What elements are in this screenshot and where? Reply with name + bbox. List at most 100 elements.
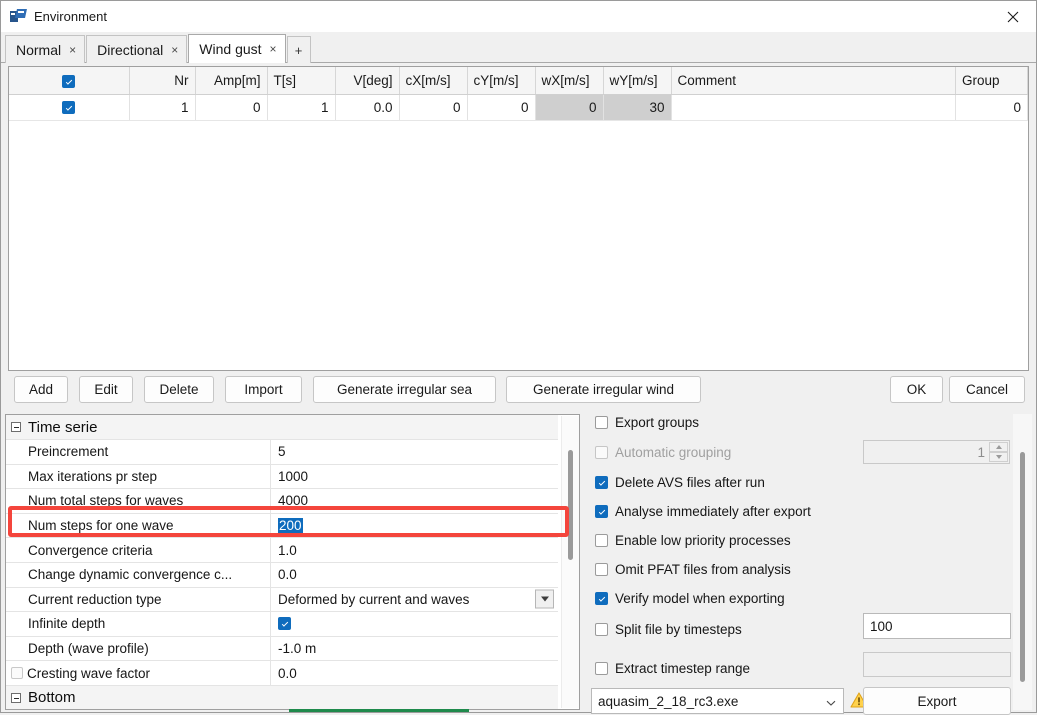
column-header-wx[interactable]: wX[m/s] [535, 67, 603, 94]
option-delete-avs-files[interactable]: Delete AVS files after run [595, 475, 765, 490]
chevron-down-icon[interactable] [826, 696, 836, 706]
tab-directional[interactable]: Directional × [86, 35, 187, 63]
table-row[interactable]: 1 0 1 0.0 0 0 0 30 0 [9, 94, 1028, 120]
cell-t[interactable]: 1 [267, 94, 335, 120]
omit-pfat-checkbox[interactable] [595, 563, 608, 576]
cresting-wave-factor-checkbox[interactable] [11, 667, 23, 679]
option-label: Enable low priority processes [615, 533, 791, 548]
stepper-buttons [989, 442, 1008, 462]
cell-v[interactable]: 0.0 [335, 94, 399, 120]
property-group-bottom[interactable]: Bottom [6, 686, 558, 709]
option-enable-low-priority[interactable]: Enable low priority processes [595, 533, 791, 548]
cell-cx[interactable]: 0 [399, 94, 467, 120]
collapse-icon[interactable] [11, 693, 21, 703]
tab-normal[interactable]: Normal × [5, 35, 85, 63]
option-omit-pfat-files[interactable]: Omit PFAT files from analysis [595, 562, 791, 577]
scrollbar-thumb[interactable] [568, 450, 573, 560]
option-split-file-by-timesteps[interactable]: Split file by timesteps [595, 622, 742, 637]
option-analyse-immediately[interactable]: Analyse immediately after export [595, 504, 811, 519]
generate-irregular-sea-button[interactable]: Generate irregular sea [313, 376, 496, 403]
infinite-depth-checkbox[interactable] [278, 617, 291, 630]
verify-model-checkbox[interactable] [595, 592, 608, 605]
option-verify-model[interactable]: Verify model when exporting [595, 591, 785, 606]
export-groups-checkbox[interactable] [595, 416, 608, 429]
split-timesteps-input[interactable]: 100 [863, 613, 1011, 639]
cell-nr[interactable]: 1 [129, 94, 195, 120]
cancel-button[interactable]: Cancel [949, 376, 1025, 403]
property-value[interactable]: 4000 [271, 489, 558, 513]
row-select-cell[interactable] [9, 94, 129, 120]
cell-cy[interactable]: 0 [467, 94, 535, 120]
executable-select[interactable]: aquasim_2_18_rc3.exe [591, 688, 844, 714]
group-label: Time serie [28, 419, 97, 436]
property-value-editor[interactable]: 200 [271, 514, 558, 538]
edit-button[interactable]: Edit [79, 376, 133, 403]
property-row-num-total-steps-for-waves[interactable]: Num total steps for waves 4000 [6, 489, 558, 514]
property-label: Infinite depth [6, 612, 271, 636]
property-label: Num steps for one wave [6, 514, 271, 538]
option-label: Extract timestep range [615, 661, 750, 676]
generate-irregular-wind-button[interactable]: Generate irregular wind [506, 376, 701, 403]
property-value-selected-text[interactable]: 200 [278, 518, 303, 533]
tab-close-icon[interactable]: × [171, 44, 178, 56]
column-header-cy[interactable]: cY[m/s] [467, 67, 535, 94]
select-all-checkbox[interactable] [62, 75, 75, 88]
import-button[interactable]: Import [225, 376, 302, 403]
property-row-convergence-criteria[interactable]: Convergence criteria 1.0 [6, 538, 558, 563]
property-label: Max iterations pr step [6, 465, 271, 489]
property-value[interactable]: 5 [271, 440, 558, 464]
property-value[interactable]: 0.0 [271, 563, 558, 587]
collapse-icon[interactable] [11, 422, 21, 432]
option-extract-timestep-range[interactable]: Extract timestep range [595, 661, 750, 676]
low-priority-checkbox[interactable] [595, 534, 608, 547]
row-checkbox[interactable] [62, 101, 75, 114]
option-export-groups[interactable]: Export groups [595, 415, 699, 430]
export-button[interactable]: Export [863, 687, 1011, 715]
scrollbar-thumb[interactable] [1020, 452, 1025, 682]
property-row-preincrement[interactable]: Preincrement 5 [6, 440, 558, 465]
delete-button[interactable]: Delete [144, 376, 214, 403]
column-header-amp[interactable]: Amp[m] [195, 67, 267, 94]
column-header-t[interactable]: T[s] [267, 67, 335, 94]
property-row-num-steps-for-one-wave[interactable]: Num steps for one wave 200 [6, 514, 558, 539]
ok-button[interactable]: OK [890, 376, 943, 403]
cell-amp[interactable]: 0 [195, 94, 267, 120]
split-file-checkbox[interactable] [595, 623, 608, 636]
tab-close-icon[interactable]: × [69, 44, 76, 56]
property-label: Convergence criteria [6, 538, 271, 562]
property-row-max-iterations-pr-step[interactable]: Max iterations pr step 1000 [6, 465, 558, 490]
property-row-infinite-depth[interactable]: Infinite depth [6, 612, 558, 637]
column-header-v[interactable]: V[deg] [335, 67, 399, 94]
property-label: Change dynamic convergence c... [6, 563, 271, 587]
right-pane-scrollbar[interactable] [1013, 414, 1032, 710]
tab-close-icon[interactable]: × [270, 43, 277, 55]
cell-group[interactable]: 0 [956, 94, 1028, 120]
chevron-down-icon[interactable] [535, 590, 554, 609]
property-value[interactable]: 1000 [271, 465, 558, 489]
cell-comment[interactable] [671, 94, 956, 120]
header-select-all-cell[interactable] [9, 67, 129, 94]
property-group-time-serie[interactable]: Time serie [6, 415, 558, 440]
property-label: Preincrement [6, 440, 271, 464]
column-header-cx[interactable]: cX[m/s] [399, 67, 467, 94]
property-row-current-reduction-type[interactable]: Current reduction type Deformed by curre… [6, 588, 558, 613]
column-header-group[interactable]: Group [956, 67, 1028, 94]
column-header-comment[interactable]: Comment [671, 67, 956, 94]
column-header-wy[interactable]: wY[m/s] [603, 67, 671, 94]
add-tab-button[interactable]: + [287, 36, 311, 63]
property-row-change-dynamic-convergence[interactable]: Change dynamic convergence c... 0.0 [6, 563, 558, 588]
property-row-cresting-wave-factor[interactable]: Cresting wave factor 0.0 [6, 661, 558, 686]
add-button[interactable]: Add [14, 376, 68, 403]
delete-avs-checkbox[interactable] [595, 476, 608, 489]
table-header-row: Nr Amp[m] T[s] V[deg] cX[m/s] cY[m/s] wX… [9, 67, 1028, 94]
cell-wx[interactable]: 0 [535, 94, 603, 120]
extract-range-input [863, 652, 1011, 677]
cell-wy[interactable]: 30 [603, 94, 671, 120]
tab-wind-gust[interactable]: Wind gust × [188, 34, 285, 63]
property-grid-scrollbar[interactable] [561, 416, 579, 708]
extract-range-checkbox[interactable] [595, 662, 608, 675]
property-value[interactable]: 1.0 [271, 538, 558, 562]
analyse-immediately-checkbox[interactable] [595, 505, 608, 518]
column-header-nr[interactable]: Nr [129, 67, 195, 94]
close-icon[interactable] [990, 1, 1036, 32]
